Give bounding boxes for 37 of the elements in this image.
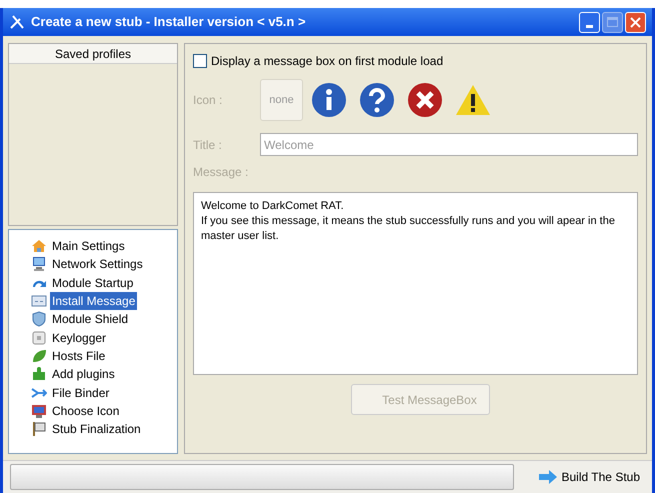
tree-item[interactable]: Network Settings [50,255,145,274]
close-button[interactable] [625,12,646,32]
leaf-icon [31,348,47,364]
tree-item[interactable]: Keylogger [50,328,108,347]
window-icon [31,293,47,310]
arrow-icon [538,470,558,484]
icon-label: Icon : [193,92,224,109]
error-icon[interactable] [407,82,443,118]
message-text: Welcome to DarkComet RAT. [201,199,345,214]
message-label: Message : [193,164,250,181]
tree-item[interactable]: Stub Finalization [50,420,143,438]
tree-item[interactable]: Add plugins [50,365,117,384]
flag-icon [31,421,47,438]
shield-icon [31,311,47,328]
warning-icon[interactable] [455,84,491,116]
checkbox[interactable] [193,54,207,68]
tree-item[interactable]: Main Settings [50,237,127,256]
message-field[interactable]: Welcome to DarkComet RAT. If you see this message, it means the stub successfully runs and you will apear in the master user list. [193,192,638,375]
close-icon [630,16,641,28]
minimize-button[interactable] [579,12,600,32]
puzzle-icon [31,366,47,382]
title-label: Title : [193,136,223,154]
tree-item[interactable]: File Binder [50,384,112,402]
saved-profiles-header: Saved profiles [9,44,177,64]
tree-item[interactable]: Choose Icon [50,402,122,420]
tree-item[interactable]: Module Startup [50,274,136,292]
tree-item[interactable]: Module Shield [50,310,130,328]
question-icon[interactable] [359,82,395,118]
message-text: If you see this message, it means the stub successfully runs and you will apear in the master user list. [201,214,616,244]
build-stub-button[interactable]: Build The Stub [538,468,640,486]
checkbox-label: Display a message box on first module load [211,53,444,70]
monitor-icon [31,256,47,272]
tree-item[interactable]: Hosts File [50,346,108,365]
info-icon[interactable] [311,82,347,118]
window-title: Create a new stub - Installer version < v5.n > [31,13,306,32]
house-icon [31,238,47,254]
tree-item[interactable]: Install Message [50,292,138,310]
